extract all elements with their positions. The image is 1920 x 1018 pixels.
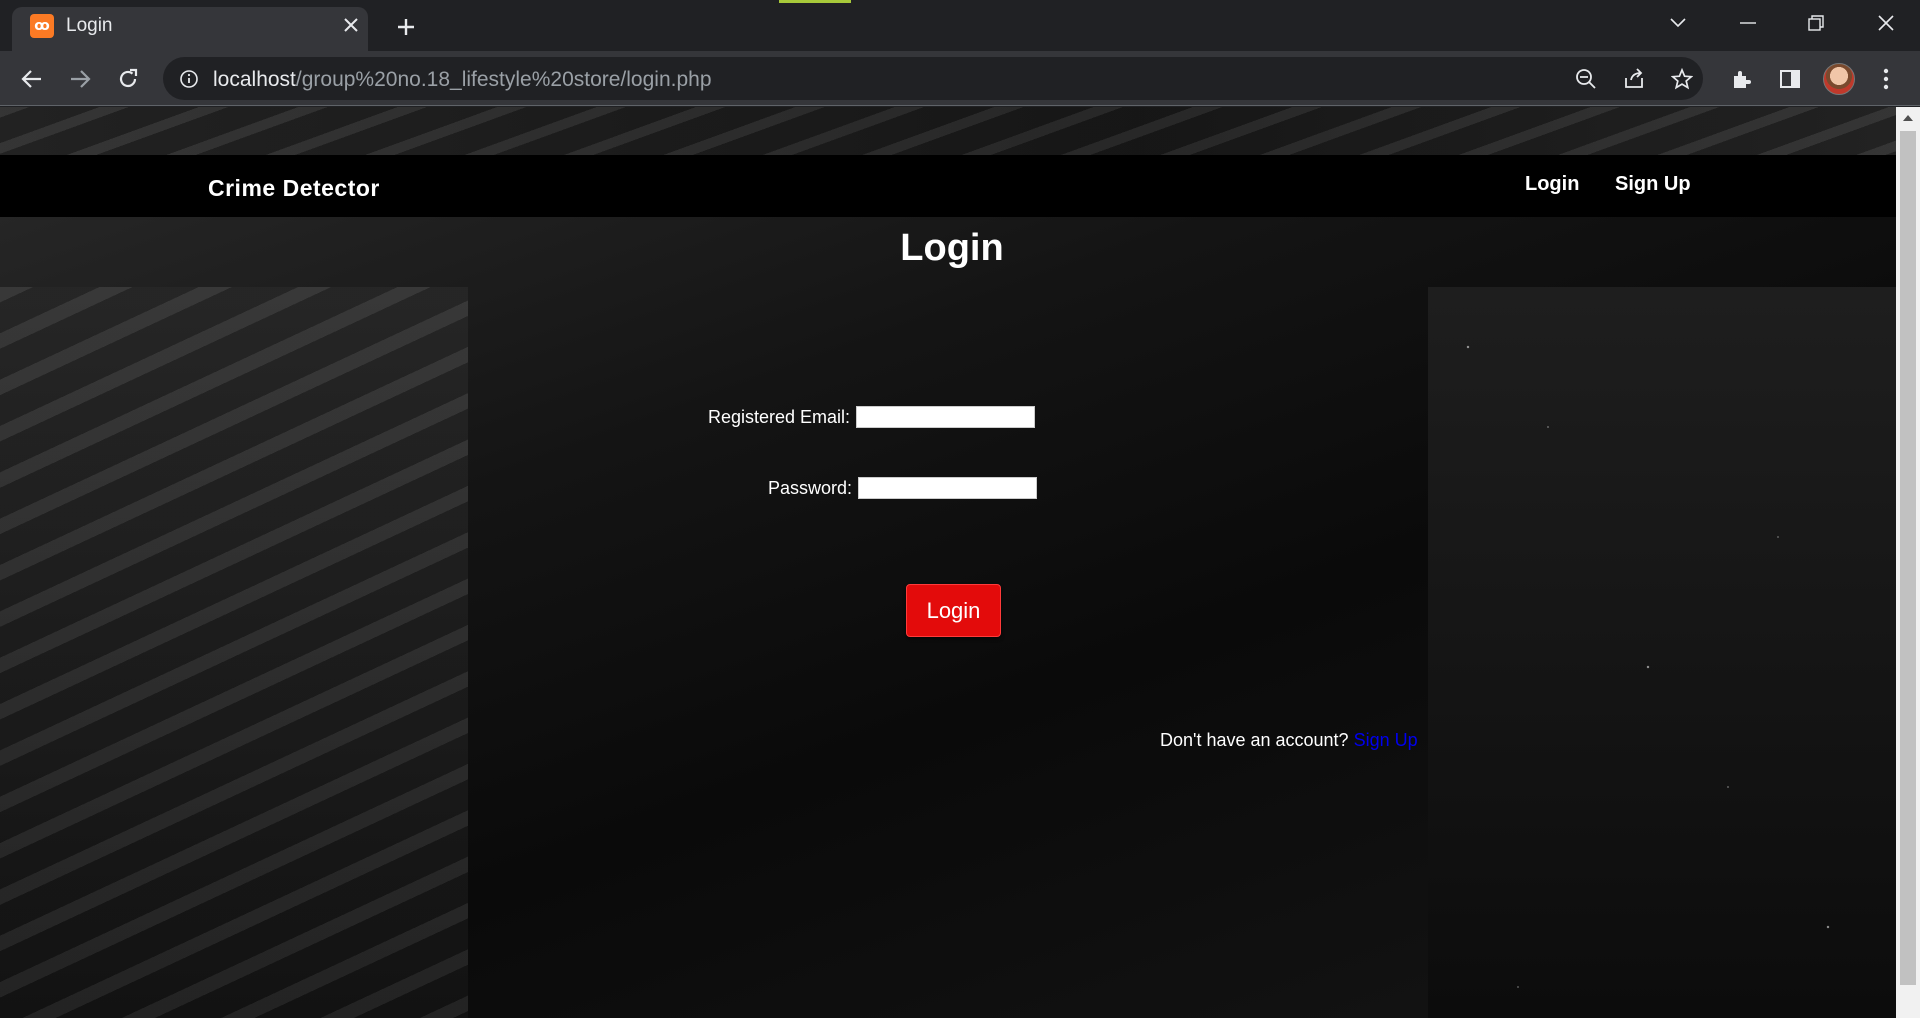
password-label: Password: [768,477,853,498]
site-info-icon[interactable] [177,67,201,91]
background-texture-top [0,107,1896,155]
new-tab-icon[interactable] [390,11,422,43]
signup-prompt: Don't have an account? Sign Up [1160,730,1418,751]
bookmark-star-icon[interactable] [1669,66,1695,92]
background-texture-right [1428,287,1896,1018]
url-text[interactable]: localhost/group%20no.18_lifestyle%20stor… [213,68,712,92]
side-panel-icon[interactable] [1774,63,1806,95]
browser-tab[interactable]: ꝏ Login [12,7,368,51]
close-window-icon[interactable] [1866,8,1906,38]
email-row: Registered Email: [708,406,1036,428]
url-host: localhost [213,68,296,91]
extensions-icon[interactable] [1726,63,1758,95]
profile-avatar[interactable] [1823,63,1855,95]
nav-login-link[interactable]: Login [1525,173,1579,196]
page-viewport: Crime Detector Login Sign Up Login Regis… [0,107,1896,1018]
email-label: Registered Email: [708,406,851,427]
page-title: Login [900,227,1004,269]
minimize-icon[interactable] [1728,8,1768,38]
tab-search-icon[interactable] [1658,8,1698,38]
site-navbar: Crime Detector Login Sign Up [0,155,1896,217]
back-arrow-icon[interactable] [14,61,50,97]
tab-strip: ꝏ Login [0,0,1920,51]
loading-indicator [779,0,851,3]
close-tab-icon[interactable] [338,12,364,38]
reload-icon[interactable] [110,61,146,97]
background-texture-left [0,287,468,1018]
browser-toolbar: localhost/group%20no.18_lifestyle%20stor… [0,51,1920,106]
address-bar[interactable]: localhost/group%20no.18_lifestyle%20stor… [163,57,1703,100]
url-path: /group%20no.18_lifestyle%20store/login.p… [295,68,712,91]
signup-prompt-text: Don't have an account? [1160,730,1349,750]
password-row: Password: [768,477,1038,499]
restore-icon[interactable] [1796,8,1836,38]
nav-signup-link[interactable]: Sign Up [1615,173,1691,196]
xampp-icon: ꝏ [30,14,54,38]
more-menu-icon[interactable] [1870,63,1902,95]
vertical-scrollbar[interactable] [1896,107,1920,1018]
password-field[interactable] [858,477,1038,499]
forward-arrow-icon[interactable] [62,61,98,97]
share-icon[interactable] [1621,66,1647,92]
brand-logo-text[interactable]: Crime Detector [208,175,380,202]
zoom-out-icon[interactable] [1573,66,1599,92]
tab-title: Login [66,15,113,36]
scroll-up-arrow-icon[interactable] [1896,107,1920,129]
scrollbar-thumb[interactable] [1900,131,1916,985]
login-submit-button[interactable]: Login [906,584,1001,637]
email-field[interactable] [856,406,1036,428]
signup-link[interactable]: Sign Up [1354,730,1418,750]
